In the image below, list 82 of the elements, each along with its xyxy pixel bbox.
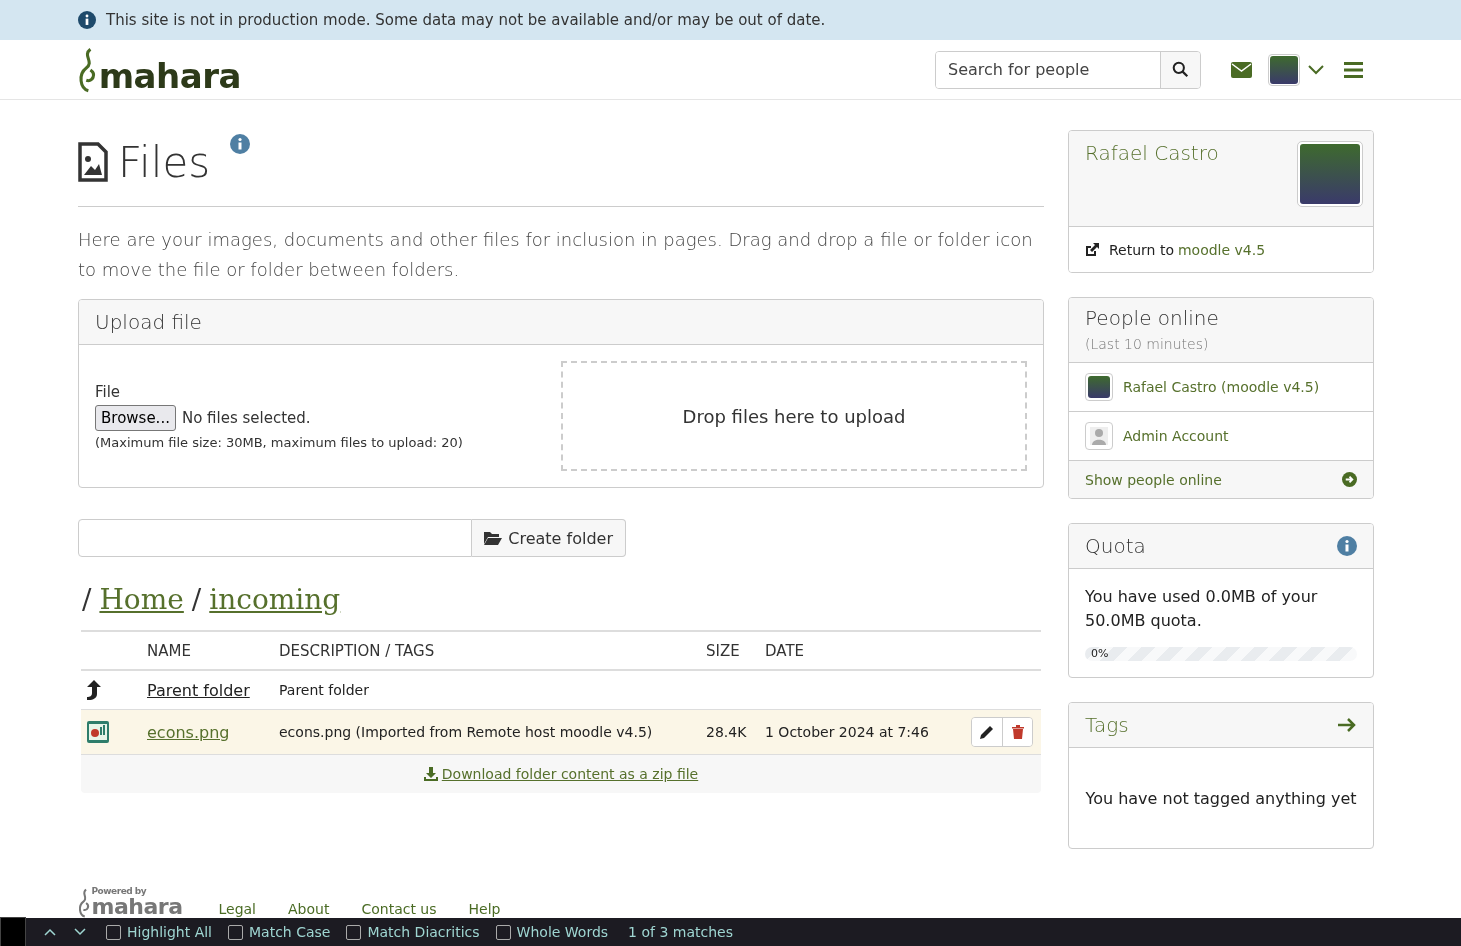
- page-title: Files: [118, 137, 211, 187]
- search-button[interactable]: [1160, 51, 1200, 88]
- breadcrumb-separator: /: [191, 583, 202, 616]
- column-header: NAME: [147, 641, 192, 660]
- external-link-icon: [1085, 242, 1099, 257]
- avatar-photo-placeholder: [1270, 55, 1298, 84]
- up-arrow-icon: [87, 680, 101, 700]
- profile-name: Rafael Castro: [1085, 141, 1219, 167]
- card-subtitle: (Last 10 minutes): [1085, 336, 1210, 352]
- return-link[interactable]: moodle v4.5: [1177, 241, 1266, 258]
- date-cell-text: 1 October 2024 at 7:46: [765, 724, 930, 740]
- size-cell-text: 28.4K: [706, 724, 748, 740]
- image-file-icon: [78, 142, 108, 182]
- menu-button[interactable]: [1344, 61, 1363, 78]
- search-icon: [1172, 61, 1189, 78]
- upload-note: (Maximum file size: 30MB, maximum files to upload: 20): [95, 434, 464, 450]
- breadcrumb-separator: /: [82, 583, 92, 616]
- help-info-icon: [230, 134, 251, 154]
- drop-zone[interactable]: Drop files here to upload: [561, 361, 1027, 471]
- footer-link[interactable]: Help: [468, 901, 501, 917]
- person-link[interactable]: Rafael Castro (moodle v4.5): [1123, 379, 1320, 395]
- chevron-down-icon[interactable]: [74, 928, 86, 936]
- pencil-icon: [980, 725, 994, 739]
- file-row[interactable]: econs.png econs.png (Imported from Remote host moodle v4.5) 28.4K 1 October 2024 at 7:46: [81, 710, 1041, 755]
- folder-name-field[interactable]: [78, 519, 473, 557]
- footer-logo: Powered by mahara: [78, 887, 183, 918]
- chevron-down-icon: [1308, 64, 1324, 75]
- column-header: SIZE: [706, 641, 741, 660]
- logo-swirl-icon: [78, 888, 92, 918]
- folder-icon: [484, 531, 503, 545]
- column-header: DATE: [765, 641, 806, 660]
- notice-text: This site is not in production mode. Some data may not be available and/or may be out of date.: [106, 11, 826, 29]
- avatar-photo-placeholder: [1088, 376, 1110, 398]
- browse-button[interactable]: Browse...: [95, 404, 176, 431]
- arrow-right-icon[interactable]: [1338, 717, 1357, 733]
- find-option[interactable]: Match Case: [228, 924, 331, 940]
- find-option[interactable]: Whole Words: [495, 924, 609, 940]
- messages-button[interactable]: [1231, 61, 1252, 78]
- help-info-icon: [1337, 536, 1357, 556]
- file-name-link[interactable]: econs.png: [147, 722, 230, 742]
- quota-text: You have used 0.0MB of your 50.0MB quota.: [1085, 586, 1319, 632]
- file-status: No files selected.: [181, 408, 311, 427]
- footer-link[interactable]: Contact us: [361, 901, 437, 917]
- download-icon: [423, 767, 438, 781]
- card-title: Quota: [1085, 534, 1146, 558]
- profile-photo-placeholder: [1300, 144, 1360, 204]
- menu-icon: [1344, 61, 1363, 78]
- default-avatar-icon: [1090, 427, 1108, 445]
- card-title: People online: [1085, 306, 1219, 330]
- footer-link[interactable]: About: [288, 901, 330, 917]
- site-logo[interactable]: mahara: [78, 46, 241, 93]
- find-option[interactable]: Match Diacritics: [346, 924, 480, 940]
- info-icon: [78, 11, 96, 29]
- match-count: 1 of 3 matches: [628, 924, 733, 940]
- return-label: Return to: [1109, 241, 1174, 258]
- find-field[interactable]: [0, 917, 26, 946]
- edit-button[interactable]: [972, 718, 1002, 746]
- create-folder-button[interactable]: Create folder: [472, 519, 626, 557]
- tags-empty-text: You have not tagged anything yet: [1084, 787, 1358, 810]
- quota-reading: 0%: [1091, 647, 1109, 661]
- file-name-link[interactable]: Parent folder: [147, 680, 250, 700]
- card-title: Tags: [1085, 713, 1129, 737]
- breadcrumb-link[interactable]: Home: [99, 583, 184, 616]
- trash-icon: [1011, 725, 1024, 739]
- arrow-circle-icon: [1342, 472, 1357, 487]
- breadcrumb-link[interactable]: incoming: [209, 583, 341, 616]
- person-link[interactable]: Admin Account: [1123, 428, 1229, 444]
- footer-link[interactable]: Legal: [218, 901, 256, 917]
- description-cell-text: econs.png (Imported from Remote host moodle v4.5): [279, 724, 654, 740]
- chevron-up-icon[interactable]: [44, 928, 56, 936]
- column-header: DESCRIPTION / TAGS: [279, 641, 436, 660]
- page-description: Here are your images, documents and other files for inclusion in pages. Drag and drop a file or folder icon to move the file or folder between folders.: [78, 228, 1034, 282]
- download-zip-link[interactable]: Download folder content as a zip file: [423, 766, 699, 782]
- field-label: File: [95, 382, 122, 401]
- user-menu-button[interactable]: [1268, 53, 1324, 86]
- panel-title: Upload file: [95, 310, 202, 334]
- delete-button[interactable]: [1002, 718, 1032, 746]
- image-thumbnail-icon: [87, 721, 109, 743]
- description-cell-text: Parent folder: [279, 682, 370, 698]
- find-option[interactable]: Highlight All: [106, 924, 212, 940]
- envelope-icon: [1231, 61, 1252, 78]
- search-field[interactable]: Search for people: [935, 50, 1201, 89]
